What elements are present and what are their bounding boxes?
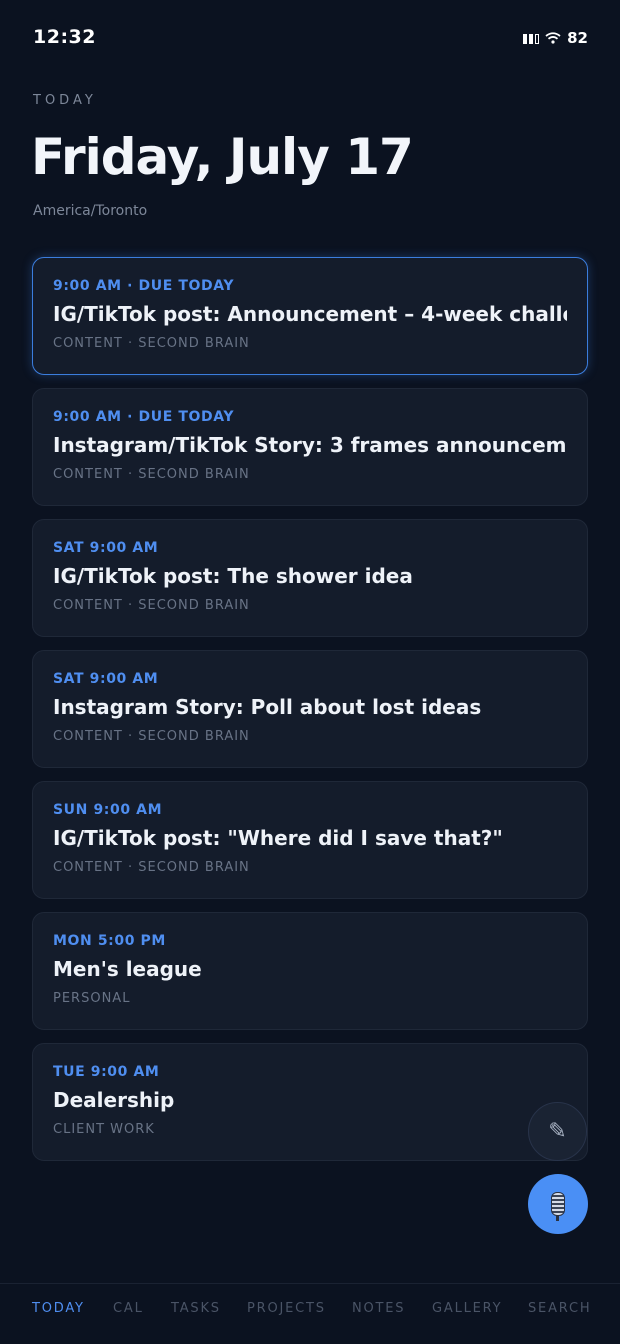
timezone-label: America/Toronto <box>33 203 148 219</box>
agenda-item[interactable]: TUE 9:00 AM Dealership CLIENT WORK <box>32 1043 588 1161</box>
agenda-item[interactable]: SUN 9:00 AM IG/TikTok post: "Where did I… <box>32 781 588 899</box>
new-note-button[interactable]: ✎ <box>528 1102 587 1161</box>
item-title: Instagram/TikTok Story: 3 frames announc… <box>53 433 567 457</box>
item-time: 9:00 AM · DUE TODAY <box>53 278 235 294</box>
microphone-icon <box>551 1192 565 1221</box>
item-meta: PERSONAL <box>53 991 131 1006</box>
item-title: IG/TikTok post: "Where did I save that?" <box>53 826 503 850</box>
item-time: 9:00 AM · DUE TODAY <box>53 409 235 425</box>
tab-notes[interactable]: NOTES <box>352 1301 405 1316</box>
bottom-tab-bar: TODAY CAL TASKS PROJECTS NOTES GALLERY S… <box>0 1283 620 1344</box>
tab-cal[interactable]: CAL <box>113 1301 144 1316</box>
page-title: Friday, July 17 <box>31 128 414 186</box>
item-time: SUN 9:00 AM <box>53 802 163 818</box>
item-time: MON 5:00 PM <box>53 933 166 949</box>
item-meta: CONTENT · SECOND BRAIN <box>53 729 250 744</box>
item-title: IG/TikTok post: Announcement – 4-week ch… <box>53 302 567 326</box>
agenda-item[interactable]: SAT 9:00 AM Instagram Story: Poll about … <box>32 650 588 768</box>
pencil-icon: ✎ <box>548 1119 567 1144</box>
status-time: 12:32 <box>33 26 96 48</box>
agenda-list: 9:00 AM · DUE TODAY IG/TikTok post: Anno… <box>32 257 588 1174</box>
tab-today[interactable]: TODAY <box>32 1301 85 1316</box>
agenda-item[interactable]: SAT 9:00 AM IG/TikTok post: The shower i… <box>32 519 588 637</box>
agenda-item[interactable]: 9:00 AM · DUE TODAY Instagram/TikTok Sto… <box>32 388 588 506</box>
agenda-item[interactable]: MON 5:00 PM Men's league PERSONAL <box>32 912 588 1030</box>
status-indicators: 82 <box>523 29 588 47</box>
item-title: Men's league <box>53 957 202 981</box>
item-time: TUE 9:00 AM <box>53 1064 160 1080</box>
voice-capture-button[interactable] <box>528 1174 588 1234</box>
item-time: SAT 9:00 AM <box>53 671 159 687</box>
section-label: TODAY <box>33 93 97 108</box>
tab-tasks[interactable]: TASKS <box>171 1301 221 1316</box>
item-meta: CONTENT · SECOND BRAIN <box>53 860 250 875</box>
item-time: SAT 9:00 AM <box>53 540 159 556</box>
item-title: Instagram Story: Poll about lost ideas <box>53 695 482 719</box>
status-bar: 12:32 82 <box>0 0 620 76</box>
tab-search[interactable]: SEARCH <box>528 1301 591 1316</box>
item-title: Dealership <box>53 1088 175 1112</box>
item-title: IG/TikTok post: The shower idea <box>53 564 413 588</box>
tab-gallery[interactable]: GALLERY <box>432 1301 502 1316</box>
battery-level: 82 <box>567 29 588 47</box>
signal-icon <box>523 32 540 44</box>
tab-projects[interactable]: PROJECTS <box>247 1301 326 1316</box>
item-meta: CLIENT WORK <box>53 1122 155 1137</box>
item-meta: CONTENT · SECOND BRAIN <box>53 336 250 351</box>
item-meta: CONTENT · SECOND BRAIN <box>53 598 250 613</box>
item-meta: CONTENT · SECOND BRAIN <box>53 467 250 482</box>
wifi-icon <box>545 32 561 44</box>
agenda-item[interactable]: 9:00 AM · DUE TODAY IG/TikTok post: Anno… <box>32 257 588 375</box>
